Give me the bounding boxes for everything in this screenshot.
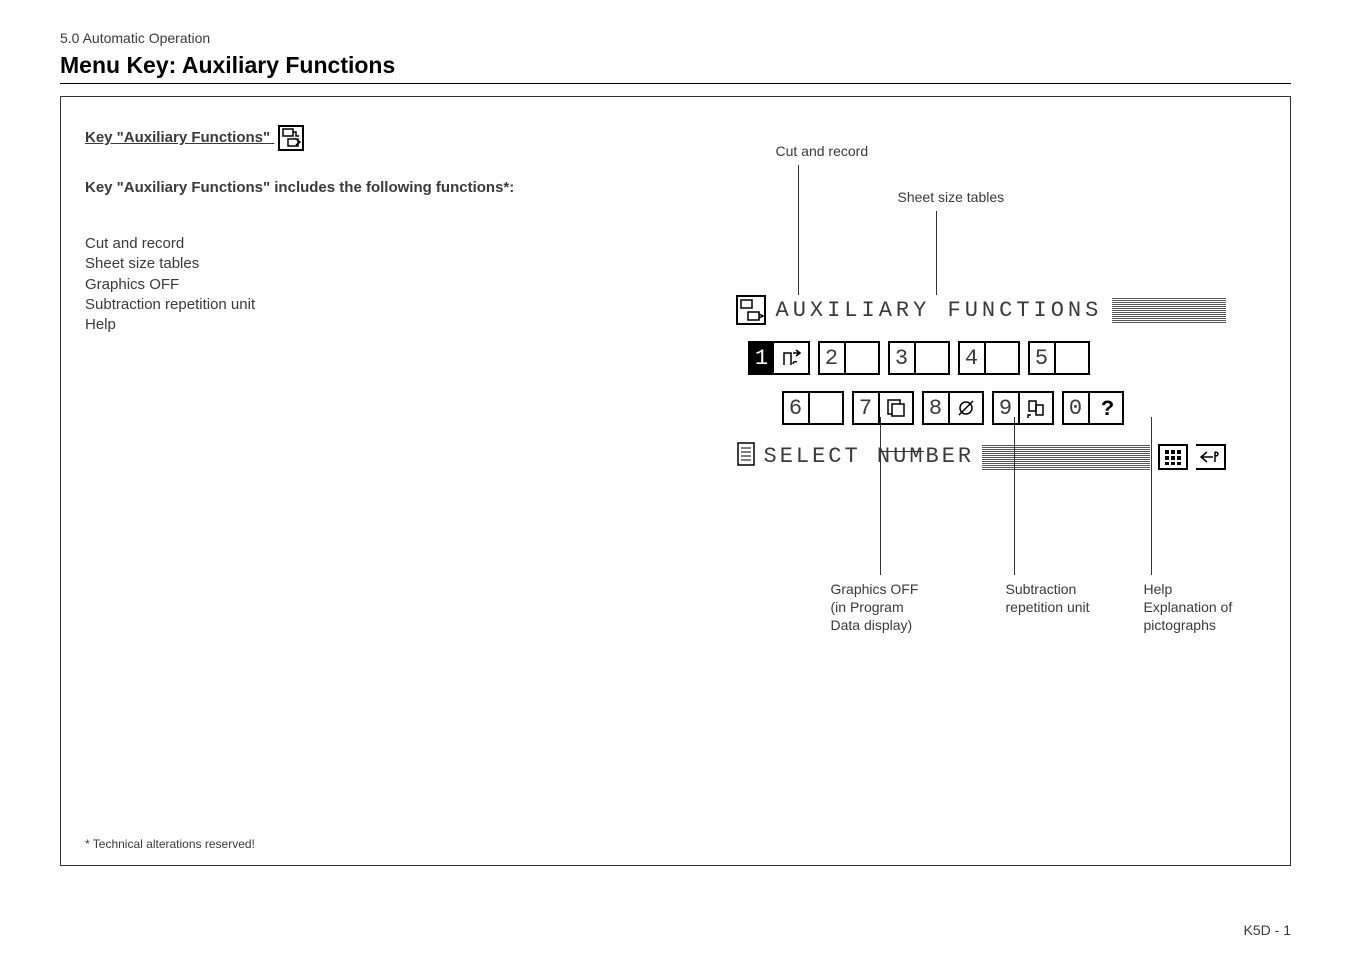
cut-record-icon	[776, 343, 808, 373]
section-label: 5.0 Automatic Operation	[60, 30, 1291, 46]
callout-text: Explanation of	[1144, 598, 1233, 616]
empty-icon	[986, 343, 1018, 373]
key-heading: Key "Auxiliary Functions"	[85, 125, 304, 151]
key-6[interactable]: 6	[782, 391, 844, 425]
lcd-fill-pattern	[1112, 297, 1225, 323]
key-num: 0	[1064, 393, 1090, 423]
callout-line	[880, 417, 881, 575]
list-item: Cut and record	[85, 234, 676, 254]
key-num: 2	[820, 343, 846, 373]
subtraction-repetition-icon	[1020, 393, 1052, 423]
sheet-size-icon	[880, 393, 912, 423]
help-icon: ?	[1090, 393, 1122, 423]
callout-help: Help Explanation of pictographs	[1144, 580, 1233, 635]
callout-text: Graphics OFF	[831, 580, 919, 598]
page-title: Menu Key: Auxiliary Functions	[60, 52, 1291, 79]
lcd-bottom-text: SELECT NUMBER	[764, 444, 975, 469]
lcd-screen: AUXILIARY FUNCTIONS 1 2 3	[736, 295, 1226, 488]
callout-text: (in Program	[831, 598, 919, 616]
title-rule	[60, 83, 1291, 84]
callout-text: pictographs	[1144, 616, 1233, 634]
lcd-keys-row-2: 6 7 8 9	[736, 391, 1226, 425]
callout-line	[1151, 417, 1152, 575]
right-column: Cut and record Sheet size tables AUXILIA…	[676, 125, 1267, 837]
empty-icon	[1056, 343, 1088, 373]
page-number: K5D - 1	[1244, 922, 1291, 938]
lcd-title-text: AUXILIARY FUNCTIONS	[776, 298, 1103, 323]
key-num: 5	[1030, 343, 1056, 373]
empty-icon	[916, 343, 948, 373]
callout-line	[880, 451, 924, 452]
key-2[interactable]: 2	[818, 341, 880, 375]
callout-text: Help	[1144, 580, 1233, 598]
key-num: 8	[924, 393, 950, 423]
callout-text: repetition unit	[1006, 598, 1090, 616]
callout-text: Data display)	[831, 616, 919, 634]
callout-line	[1014, 417, 1015, 575]
key-num: 9	[994, 393, 1020, 423]
key-0[interactable]: 0 ?	[1062, 391, 1124, 425]
keypad-icon[interactable]	[1158, 444, 1188, 470]
lcd-keys-row-1: 1 2 3 4 5	[736, 341, 1226, 375]
auxiliary-functions-icon	[278, 125, 304, 151]
auxiliary-functions-icon	[736, 295, 766, 325]
graphics-off-icon	[950, 393, 982, 423]
key-num: 4	[960, 343, 986, 373]
callout-graphics-off: Graphics OFF (in Program Data display)	[831, 580, 919, 635]
function-list: Cut and record Sheet size tables Graphic…	[85, 234, 676, 335]
lcd-fill-pattern	[982, 444, 1149, 470]
sub-heading: Key "Auxiliary Functions" includes the f…	[85, 179, 676, 196]
key-3[interactable]: 3	[888, 341, 950, 375]
empty-icon	[846, 343, 878, 373]
empty-icon	[810, 393, 842, 423]
left-column: Key "Auxiliary Functions" Key "Auxiliary…	[85, 125, 676, 837]
list-icon	[736, 441, 756, 472]
key-num: 6	[784, 393, 810, 423]
back-icon[interactable]	[1196, 444, 1226, 470]
callout-subtraction: Subtraction repetition unit	[1006, 580, 1090, 616]
list-item: Sheet size tables	[85, 254, 676, 274]
key-7[interactable]: 7	[852, 391, 914, 425]
footnote: * Technical alterations reserved!	[85, 837, 255, 851]
list-item: Graphics OFF	[85, 275, 676, 295]
lcd-bottom-bar: SELECT NUMBER	[736, 441, 1226, 472]
key-num: 3	[890, 343, 916, 373]
key-1[interactable]: 1	[748, 341, 810, 375]
key-heading-text: Key "Auxiliary Functions"	[85, 129, 270, 146]
list-item: Help	[85, 315, 676, 335]
callout-sheet-size: Sheet size tables	[898, 189, 1005, 205]
svg-text:?: ?	[1101, 397, 1114, 419]
key-num: 1	[750, 343, 776, 373]
callout-line	[936, 211, 937, 303]
key-8[interactable]: 8	[922, 391, 984, 425]
callout-text: Subtraction	[1006, 580, 1090, 598]
main-content-box: Key "Auxiliary Functions" Key "Auxiliary…	[60, 96, 1291, 866]
key-9[interactable]: 9	[992, 391, 1054, 425]
key-5[interactable]: 5	[1028, 341, 1090, 375]
list-item: Subtraction repetition unit	[85, 295, 676, 315]
lcd-title-bar: AUXILIARY FUNCTIONS	[736, 295, 1226, 325]
key-4[interactable]: 4	[958, 341, 1020, 375]
key-num: 7	[854, 393, 880, 423]
callout-cut-record: Cut and record	[776, 143, 869, 159]
